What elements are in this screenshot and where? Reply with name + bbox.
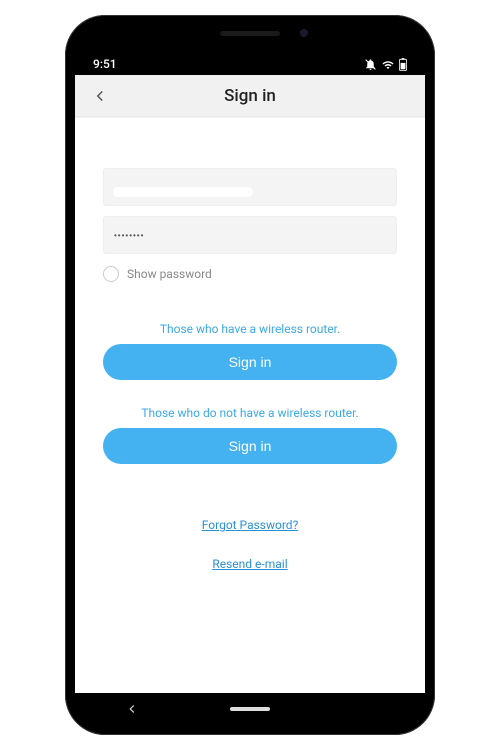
nav-back-icon[interactable] xyxy=(125,702,139,716)
section-hint-no-router: Those who do not have a wireless router. xyxy=(103,406,397,420)
resend-email-link[interactable]: Resend e-mail xyxy=(212,557,287,571)
section-hint-has-router: Those who have a wireless router. xyxy=(103,322,397,336)
resend-email-row: Resend e-mail xyxy=(103,553,397,572)
redacted-value xyxy=(113,187,253,197)
chevron-left-icon xyxy=(91,87,109,105)
forgot-password-link[interactable]: Forgot Password? xyxy=(202,518,298,532)
content-area: Show password Those who have a wireless … xyxy=(75,118,425,693)
phone-speaker xyxy=(220,31,280,36)
app-header: Sign in xyxy=(75,75,425,117)
sign-in-button-no-router[interactable]: Sign in xyxy=(103,428,397,464)
email-field-wrapper xyxy=(103,168,397,216)
battery-icon xyxy=(399,58,407,71)
wifi-icon xyxy=(381,59,395,71)
status-time: 9:51 xyxy=(93,57,117,71)
notifications-off-icon xyxy=(364,58,377,71)
app-area: Sign in Show password Those who have a w… xyxy=(75,75,425,693)
status-icons xyxy=(364,58,407,71)
password-field[interactable] xyxy=(103,216,397,254)
back-button[interactable] xyxy=(85,81,115,111)
forgot-password-row: Forgot Password? xyxy=(103,514,397,533)
phone-frame: 9:51 Sign in xyxy=(65,15,435,735)
nav-home-pill[interactable] xyxy=(230,707,270,711)
page-title: Sign in xyxy=(75,86,425,106)
show-password-label: Show password xyxy=(127,267,212,281)
phone-screen: 9:51 Sign in xyxy=(75,25,425,725)
show-password-toggle[interactable] xyxy=(103,266,119,282)
sign-in-button-has-router[interactable]: Sign in xyxy=(103,344,397,380)
android-nav-bar xyxy=(75,693,425,725)
phone-camera xyxy=(300,29,308,37)
show-password-row: Show password xyxy=(103,266,397,282)
